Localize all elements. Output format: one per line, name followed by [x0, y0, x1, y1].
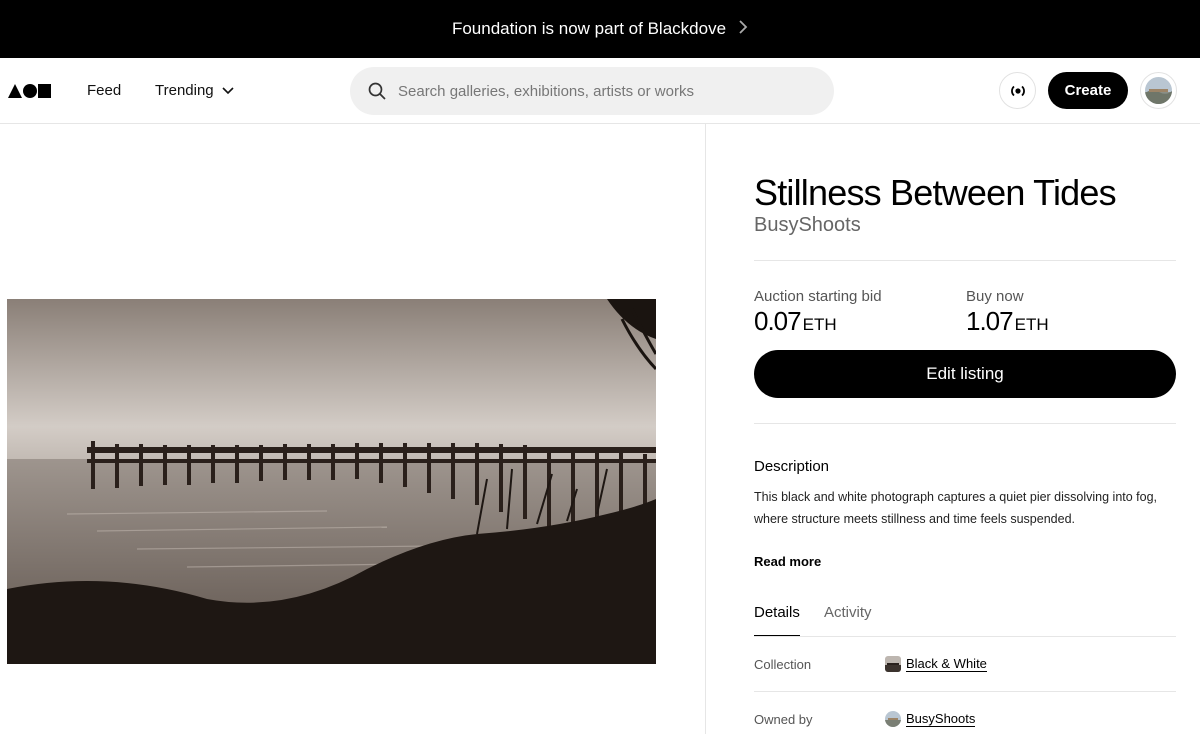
nav-feed[interactable]: Feed [87, 82, 121, 99]
broadcast-icon [1010, 85, 1025, 96]
tab-activity[interactable]: Activity [824, 604, 872, 635]
description-text: This black and white photograph captures… [754, 490, 1158, 526]
chevron-right-icon [738, 19, 748, 39]
collection-link[interactable]: Black & White [885, 656, 987, 672]
user-avatar-button[interactable] [1140, 72, 1177, 109]
owner-label: Owned by [754, 712, 813, 727]
search-bar[interactable] [350, 67, 834, 115]
nav-trending-label: Trending [155, 82, 214, 99]
search-icon [368, 82, 386, 100]
foundation-logo[interactable] [8, 83, 52, 99]
description-heading: Description [754, 458, 830, 475]
search-input[interactable] [398, 82, 798, 100]
tabs-divider [754, 636, 1176, 637]
auction-unit: ETH [802, 315, 837, 334]
create-button[interactable]: Create [1048, 72, 1128, 109]
avatar [1145, 77, 1172, 104]
owner-link[interactable]: BusyShoots [885, 711, 976, 727]
owner-avatar [885, 711, 901, 727]
auction-price: 0.07 ETH [754, 306, 837, 337]
buy-now-price: 1.07 ETH [966, 306, 1049, 337]
tab-details[interactable]: Details [754, 604, 800, 637]
artwork-image[interactable] [7, 299, 656, 664]
read-more-link[interactable]: Read more [754, 554, 821, 569]
auction-label: Auction starting bid [754, 288, 882, 305]
live-broadcast-button[interactable] [999, 72, 1036, 109]
divider [754, 260, 1176, 261]
buy-now-label: Buy now [966, 288, 1024, 305]
announcement-banner[interactable]: Foundation is now part of Blackdove [0, 0, 1200, 58]
artwork-title: Stillness Between Tides [754, 172, 1117, 213]
auction-value: 0.07 [754, 306, 802, 336]
divider [754, 423, 1176, 424]
foggy-pier-photo [7, 299, 656, 664]
nav-trending-dropdown[interactable]: Trending [155, 82, 234, 99]
divider [754, 691, 1176, 692]
content-divider [705, 124, 706, 734]
banner-text: Foundation is now part of Blackdove [451, 19, 727, 38]
artist-name[interactable]: BusyShoots [754, 214, 861, 237]
owner-name: BusyShoots [906, 711, 976, 727]
edit-listing-button[interactable]: Edit listing [754, 350, 1176, 398]
buy-now-unit: ETH [1014, 315, 1049, 334]
collection-label: Collection [754, 657, 812, 672]
collection-name: Black & White [906, 656, 987, 672]
buy-now-value: 1.07 [966, 306, 1014, 336]
chevron-down-icon [222, 86, 234, 94]
collection-thumbnail [885, 656, 901, 672]
top-nav: Feed Trending Create [0, 58, 1200, 124]
